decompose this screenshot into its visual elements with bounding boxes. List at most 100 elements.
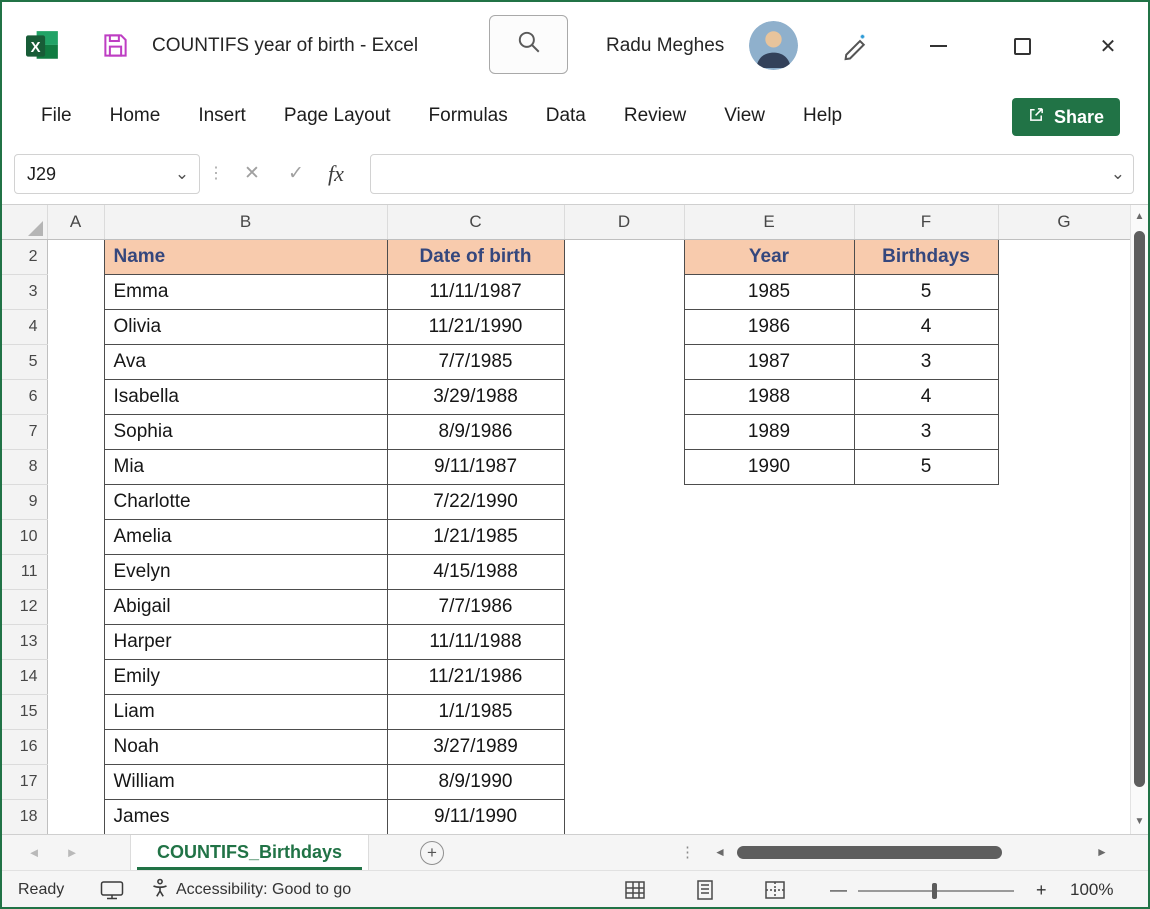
cell-B4[interactable]: Olivia [104, 309, 387, 344]
cell-A7[interactable] [47, 414, 104, 449]
cell-G17[interactable] [998, 764, 1130, 799]
row-header-16[interactable]: 16 [2, 729, 47, 764]
cell-G9[interactable] [998, 484, 1130, 519]
cell-D17[interactable] [564, 764, 684, 799]
cell-E3[interactable]: 1985 [684, 274, 854, 309]
cell-C9[interactable]: 7/22/1990 [387, 484, 564, 519]
cell-A15[interactable] [47, 694, 104, 729]
row-header-5[interactable]: 5 [2, 344, 47, 379]
cell-A8[interactable] [47, 449, 104, 484]
cell-E17[interactable] [684, 764, 854, 799]
cell-A13[interactable] [47, 624, 104, 659]
cell-B12[interactable]: Abigail [104, 589, 387, 624]
row-header-11[interactable]: 11 [2, 554, 47, 589]
cell-E10[interactable] [684, 519, 854, 554]
insert-function-icon[interactable]: fx [328, 144, 344, 204]
cell-A4[interactable] [47, 309, 104, 344]
cell-D12[interactable] [564, 589, 684, 624]
cell-F12[interactable] [854, 589, 998, 624]
cell-F16[interactable] [854, 729, 998, 764]
share-button[interactable]: Share [1012, 98, 1120, 136]
vertical-scrollbar[interactable]: ▲ ▼ [1130, 205, 1148, 834]
scroll-right-icon[interactable]: ► [1096, 835, 1108, 870]
formula-bar-drag-handle[interactable]: ⋮ [208, 144, 224, 204]
cell-B3[interactable]: Emma [104, 274, 387, 309]
row-header-12[interactable]: 12 [2, 589, 47, 624]
cell-A11[interactable] [47, 554, 104, 589]
cell-B18[interactable]: James [104, 799, 387, 834]
close-button[interactable]: ✕ [1088, 27, 1128, 65]
column-header-A[interactable]: A [47, 205, 104, 239]
pen-icon[interactable] [840, 31, 870, 61]
cell-C12[interactable]: 7/7/1986 [387, 589, 564, 624]
cell-E13[interactable] [684, 624, 854, 659]
row-header-6[interactable]: 6 [2, 379, 47, 414]
tab-page-layout[interactable]: Page Layout [265, 90, 410, 142]
tab-home[interactable]: Home [91, 90, 180, 142]
cell-A3[interactable] [47, 274, 104, 309]
vertical-scrollbar-thumb[interactable] [1134, 231, 1145, 787]
cell-F10[interactable] [854, 519, 998, 554]
cell-F7[interactable]: 3 [854, 414, 998, 449]
cell-F8[interactable]: 5 [854, 449, 998, 484]
cell-D8[interactable] [564, 449, 684, 484]
search-button[interactable] [489, 15, 568, 74]
formula-input[interactable]: ⌄ [370, 154, 1134, 194]
row-header-4[interactable]: 4 [2, 309, 47, 344]
cell-D11[interactable] [564, 554, 684, 589]
cell-A16[interactable] [47, 729, 104, 764]
row-header-8[interactable]: 8 [2, 449, 47, 484]
cell-B6[interactable]: Isabella [104, 379, 387, 414]
cell-C13[interactable]: 11/11/1988 [387, 624, 564, 659]
cell-C6[interactable]: 3/29/1988 [387, 379, 564, 414]
cell-D5[interactable] [564, 344, 684, 379]
normal-view-icon[interactable] [624, 879, 646, 906]
column-header-C[interactable]: C [387, 205, 564, 239]
row-header-18[interactable]: 18 [2, 799, 47, 834]
cell-F13[interactable] [854, 624, 998, 659]
cell-B2[interactable]: Name [104, 239, 387, 274]
cell-C11[interactable]: 4/15/1988 [387, 554, 564, 589]
column-header-E[interactable]: E [684, 205, 854, 239]
cell-E5[interactable]: 1987 [684, 344, 854, 379]
cell-A18[interactable] [47, 799, 104, 834]
row-header-14[interactable]: 14 [2, 659, 47, 694]
scroll-left-icon[interactable]: ◄ [714, 835, 726, 870]
sheet-tab-countifs-birthdays[interactable]: COUNTIFS_Birthdays [130, 835, 369, 870]
cell-E6[interactable]: 1988 [684, 379, 854, 414]
scroll-down-icon[interactable]: ▼ [1131, 812, 1148, 832]
cell-F2[interactable]: Birthdays [854, 239, 998, 274]
tab-data[interactable]: Data [527, 90, 605, 142]
cell-C3[interactable]: 11/11/1987 [387, 274, 564, 309]
cell-B9[interactable]: Charlotte [104, 484, 387, 519]
cell-G6[interactable] [998, 379, 1130, 414]
zoom-in-button[interactable]: + [1036, 871, 1047, 909]
cell-B15[interactable]: Liam [104, 694, 387, 729]
cell-A12[interactable] [47, 589, 104, 624]
cell-B16[interactable]: Noah [104, 729, 387, 764]
cell-A2[interactable] [47, 239, 104, 274]
cell-G8[interactable] [998, 449, 1130, 484]
cell-D15[interactable] [564, 694, 684, 729]
cell-F17[interactable] [854, 764, 998, 799]
cell-C8[interactable]: 9/11/1987 [387, 449, 564, 484]
tab-formulas[interactable]: Formulas [410, 90, 527, 142]
cell-C10[interactable]: 1/21/1985 [387, 519, 564, 554]
cell-B13[interactable]: Harper [104, 624, 387, 659]
cell-A10[interactable] [47, 519, 104, 554]
column-header-F[interactable]: F [854, 205, 998, 239]
cancel-icon[interactable]: ✕ [244, 144, 260, 204]
account-name[interactable]: Radu Meghes [606, 35, 724, 57]
cell-E7[interactable]: 1989 [684, 414, 854, 449]
cell-F4[interactable]: 4 [854, 309, 998, 344]
chevron-down-icon[interactable]: ⌄ [165, 164, 199, 184]
cell-G14[interactable] [998, 659, 1130, 694]
horizontal-scrollbar-thumb[interactable] [737, 846, 1002, 859]
row-header-10[interactable]: 10 [2, 519, 47, 554]
cell-D6[interactable] [564, 379, 684, 414]
cell-G2[interactable] [998, 239, 1130, 274]
cell-B11[interactable]: Evelyn [104, 554, 387, 589]
next-sheet-icon[interactable]: ► [58, 835, 86, 870]
cell-G13[interactable] [998, 624, 1130, 659]
cell-E9[interactable] [684, 484, 854, 519]
